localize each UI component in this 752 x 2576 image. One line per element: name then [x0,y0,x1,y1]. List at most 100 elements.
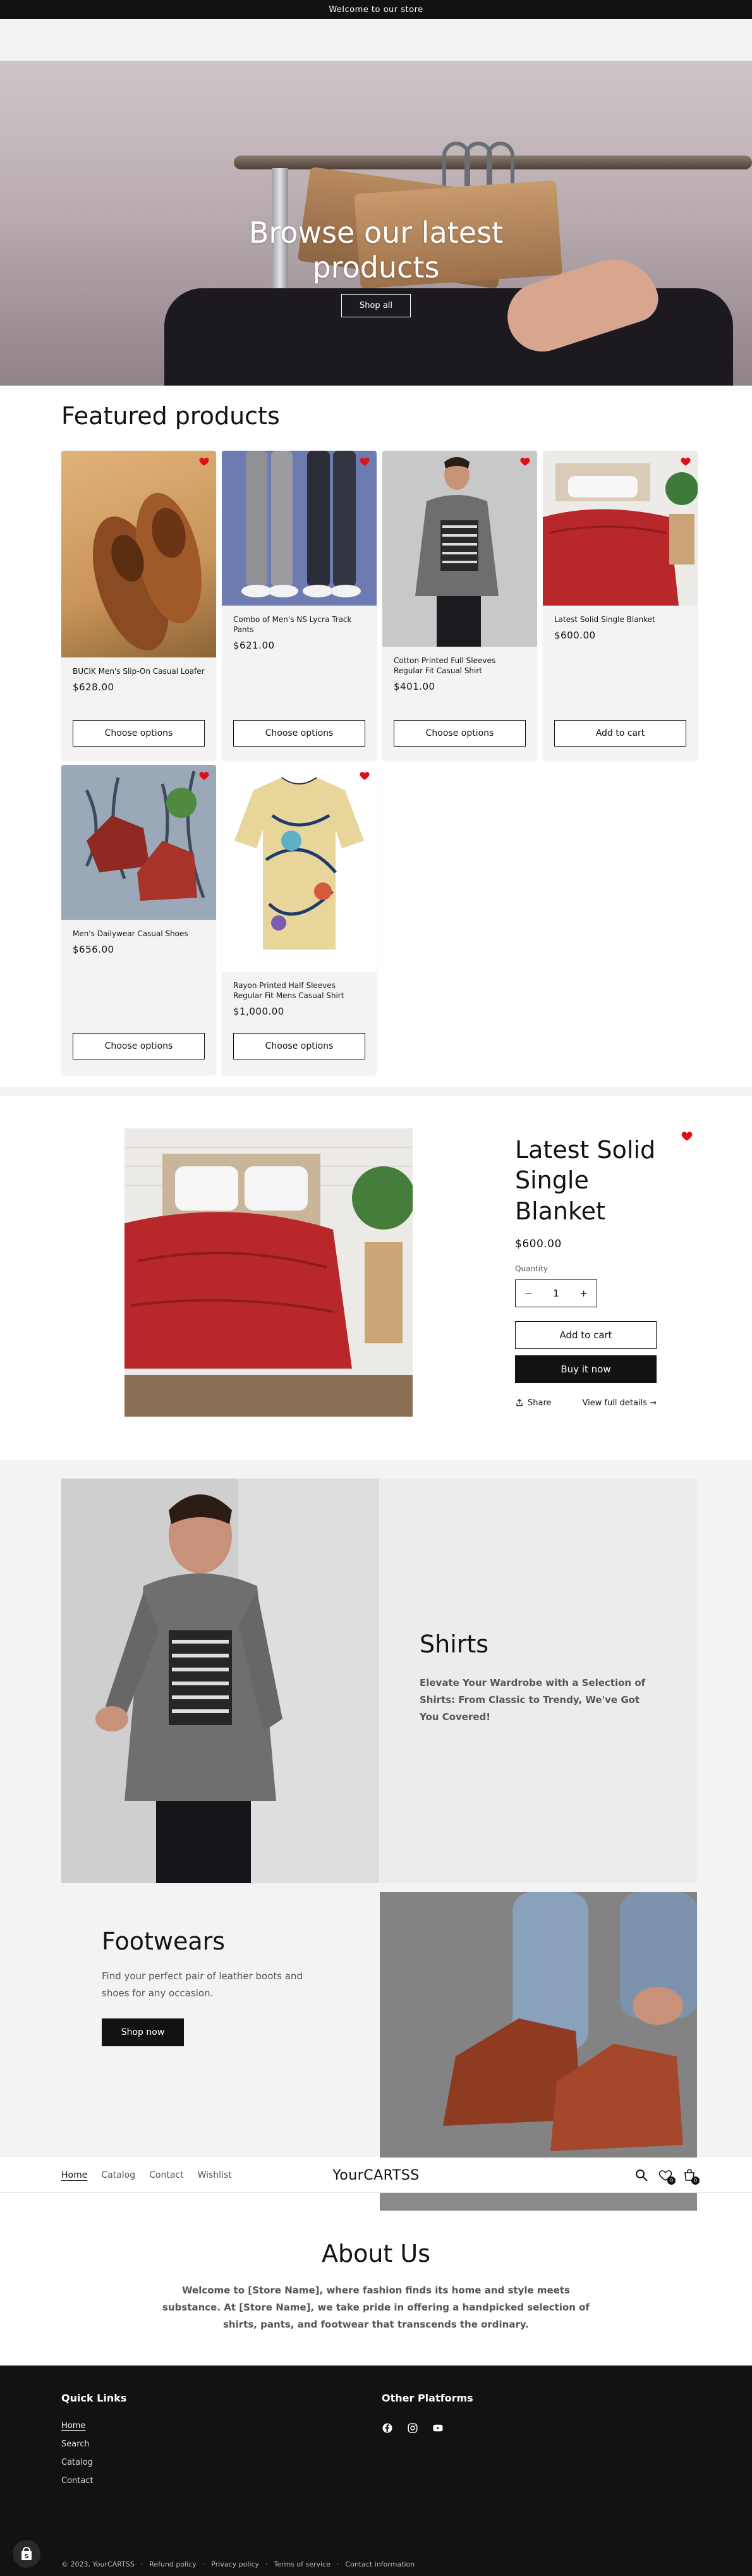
quick-links-title: Quick Links [61,2392,127,2404]
share-button[interactable]: Share [515,1398,552,1408]
heart-icon[interactable] [359,456,370,467]
boots-illustration [380,1892,697,2158]
featured-product-image[interactable] [124,1128,413,1417]
nav-catalog[interactable]: Catalog [101,2170,135,2180]
policy-link-contact[interactable]: Contact information [345,2560,415,2568]
header-icons: 0 0 [634,2168,700,2185]
shirts-text-block: Shirts Elevate Your Wardrobe with a Sele… [379,1479,697,1883]
shirt-model-illustration [415,457,499,647]
boots-illustration [61,765,216,920]
product-image[interactable] [382,451,537,647]
product-image[interactable] [61,765,216,920]
footer-link-search[interactable]: Search [61,2439,94,2449]
youtube-icon[interactable] [432,2422,444,2434]
heart-icon[interactable] [680,456,691,467]
product-info: Combo of Men's NS Lycra Track Pants $621… [222,606,377,651]
site-footer: Quick Links Home Search Catalog Contact … [0,2365,752,2576]
facebook-icon[interactable] [382,2422,393,2434]
product-price: $1,000.00 [233,1006,284,1018]
nav-contact[interactable]: Contact [149,2170,183,2180]
quantity-minus-button[interactable]: − [525,1288,533,1299]
wishlist-icon[interactable]: 0 [658,2168,676,2185]
product-info: Cotton Printed Full Sleeves Regular Fit … [382,647,537,692]
choose-options-button[interactable]: Choose options [73,1033,205,1059]
site-header: Home Catalog Contact Wishlist YourCARTSS… [0,2158,752,2193]
shop-pay-icon[interactable]: S [13,2540,40,2568]
product-price: $656.00 [73,944,114,956]
product-card[interactable]: Latest Solid Single Blanket $600.00 Add … [543,451,698,760]
product-title[interactable]: BUCIK Men's Slip-On Casual Loafer [73,666,205,676]
policy-link-terms[interactable]: Terms of service [274,2560,331,2568]
heart-icon[interactable] [681,1130,693,1142]
main-nav: Home Catalog Contact Wishlist [61,2158,232,2193]
quantity-value[interactable]: 1 [553,1288,559,1299]
shirts-title: Shirts [420,1630,489,1658]
add-to-cart-button[interactable]: Add to cart [515,1321,657,1349]
featured-product-info: Latest Solid Single Blanket $600.00 Quan… [515,1135,660,1408]
shop-all-button[interactable]: Shop all [341,294,411,318]
nav-home[interactable]: Home [61,2170,87,2180]
product-info: Rayon Printed Half Sleeves Regular Fit M… [222,972,377,1017]
product-image[interactable] [543,451,698,606]
share-label: Share [528,1398,552,1408]
product-image[interactable] [61,451,216,657]
copyright-text: © 2023, YourCARTSS [61,2560,135,2568]
view-full-details-link[interactable]: View full details → [583,1398,657,1408]
product-card[interactable]: Rayon Printed Half Sleeves Regular Fit M… [222,765,377,1075]
quantity-plus-button[interactable]: + [579,1288,588,1299]
choose-options-button[interactable]: Choose options [73,720,205,747]
product-title[interactable]: Latest Solid Single Blanket [554,614,686,625]
footer-link-contact[interactable]: Contact [61,2476,94,2486]
policy-link-refund[interactable]: Refund policy [149,2560,197,2568]
product-info: Latest Solid Single Blanket $600.00 [543,606,698,641]
wishlist-count-badge: 0 [667,2176,676,2185]
blanket-illustration [543,451,698,606]
track-pants-illustration [241,451,361,597]
printed-shirt-illustration [234,777,364,949]
product-title[interactable]: Combo of Men's NS Lycra Track Pants [233,614,365,635]
footwears-title: Footwears [102,1927,226,1955]
store-logo-text[interactable]: YourCARTSS [332,2168,419,2183]
search-icon[interactable] [634,2168,649,2183]
policy-link-privacy[interactable]: Privacy policy [211,2560,259,2568]
footwears-text-block: Footwears Find your perfect pair of leat… [61,1892,379,2158]
heart-icon[interactable] [198,456,210,467]
choose-options-button[interactable]: Choose options [233,720,365,747]
instagram-icon[interactable] [407,2422,418,2434]
product-card[interactable]: BUCIK Men's Slip-On Casual Loafer $628.0… [61,451,216,760]
product-price: $628.00 [73,681,114,693]
product-price: $600.00 [554,630,596,642]
product-card[interactable]: Cotton Printed Full Sleeves Regular Fit … [382,451,537,760]
product-image[interactable] [222,451,377,606]
nav-wishlist[interactable]: Wishlist [198,2170,232,2180]
about-text: Welcome to [Store Name], where fashion f… [162,2285,590,2330]
footwears-image-strip [380,2193,697,2211]
add-to-cart-button[interactable]: Add to cart [554,720,686,747]
heart-icon[interactable] [198,770,210,781]
hero-content: Browse our latest products Shop all [0,216,752,318]
heart-icon[interactable] [519,456,531,467]
cart-count-badge: 0 [691,2176,700,2185]
product-image[interactable] [222,765,377,972]
product-title[interactable]: Cotton Printed Full Sleeves Regular Fit … [394,656,526,676]
shirts-image [61,1479,379,1883]
shop-now-button[interactable]: Shop now [102,2018,184,2046]
buy-now-button[interactable]: Buy it now [515,1355,657,1383]
copyright-bar: © 2023, YourCARTSS · Refund policy · Pri… [61,2560,415,2568]
footwears-description: Find your perfect pair of leather boots … [102,1970,303,1999]
product-card[interactable]: Men's Dailywear Casual Shoes $656.00 Cho… [61,765,216,1075]
choose-options-button[interactable]: Choose options [394,720,526,747]
loafer-illustration [92,492,202,650]
footer-link-home[interactable]: Home [61,2421,94,2431]
footer-link-catalog[interactable]: Catalog [61,2458,94,2467]
announcement-text: Welcome to our store [329,4,423,15]
quantity-stepper: − 1 + [515,1279,597,1307]
heart-icon[interactable] [359,770,370,781]
cart-icon[interactable]: 0 [682,2168,700,2185]
choose-options-button[interactable]: Choose options [233,1033,365,1059]
social-links [382,2422,444,2434]
svg-text:S: S [24,2553,28,2560]
product-title[interactable]: Rayon Printed Half Sleeves Regular Fit M… [233,980,365,1001]
product-card[interactable]: Combo of Men's NS Lycra Track Pants $621… [222,451,377,760]
product-title[interactable]: Men's Dailywear Casual Shoes [73,929,205,939]
